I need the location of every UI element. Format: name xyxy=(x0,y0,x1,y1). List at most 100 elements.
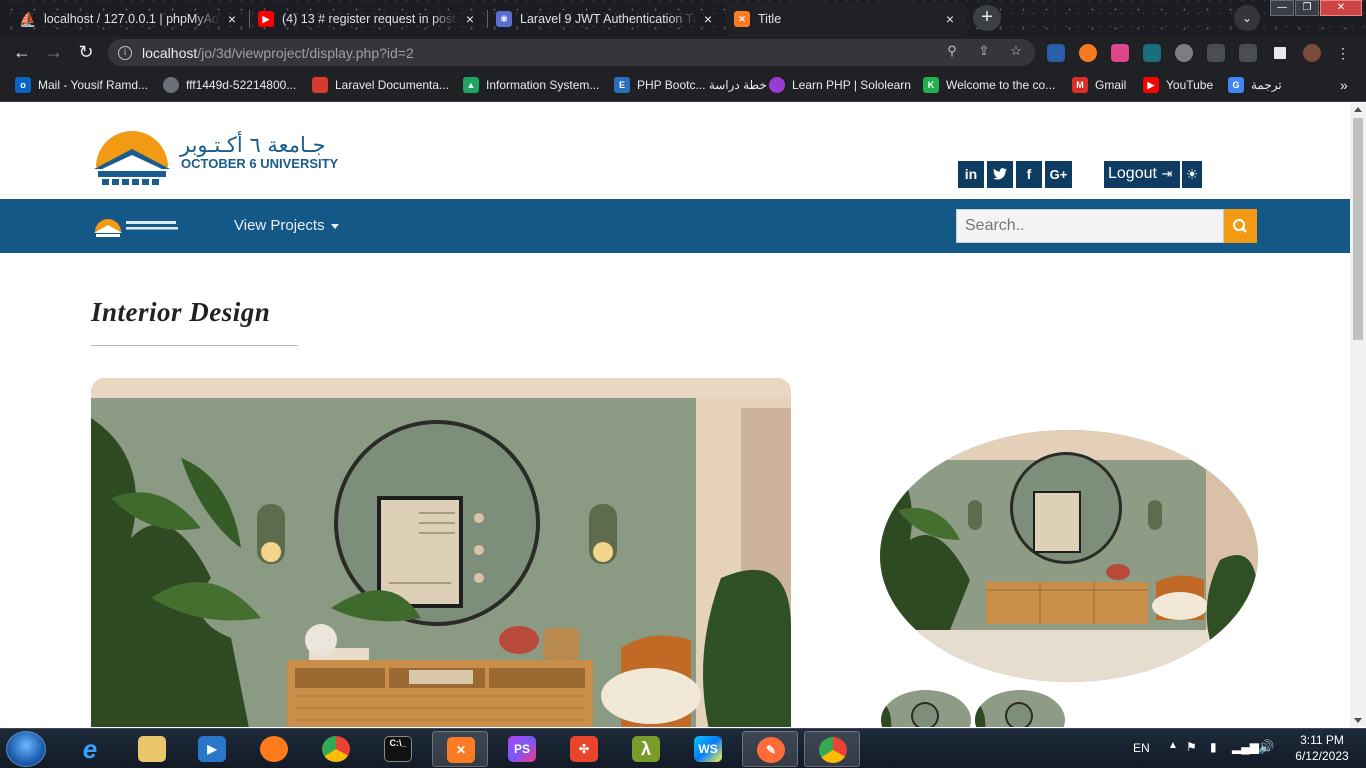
extension-n-icon[interactable] xyxy=(1143,44,1161,62)
page-scrollbar[interactable] xyxy=(1350,103,1366,727)
start-button[interactable] xyxy=(6,731,46,767)
new-tab-button[interactable]: + xyxy=(973,5,1001,31)
taskbar-media[interactable]: ▶ xyxy=(184,731,240,767)
bookmark-item[interactable]: M Gmail xyxy=(1072,77,1126,93)
xampp-icon: ✕ xyxy=(447,737,475,763)
zoom-icon[interactable]: ⚲ xyxy=(944,43,960,59)
logout-button[interactable]: Logout ⇥ xyxy=(1104,161,1180,188)
close-icon[interactable]: × xyxy=(700,11,716,27)
taskbar-lambda-app[interactable]: λ xyxy=(618,731,674,767)
view-projects-dropdown[interactable]: View Projects xyxy=(234,217,339,234)
bookmark-item[interactable]: G ترجمة xyxy=(1228,77,1282,93)
theme-toggle-sun-icon[interactable]: ☀ xyxy=(1182,161,1202,188)
bookmark-label: Gmail xyxy=(1095,78,1127,92)
search-icon xyxy=(1233,219,1247,233)
command-prompt-icon: C:\_ xyxy=(384,736,412,762)
bookmark-item[interactable]: Learn PHP | Sololearn xyxy=(769,77,911,93)
minimize-button[interactable]: — xyxy=(1270,0,1294,16)
search-button[interactable] xyxy=(1224,209,1257,243)
bookmark-item[interactable]: Laravel Documenta... xyxy=(312,77,449,93)
google-plus-icon[interactable]: G+ xyxy=(1045,161,1072,188)
taskbar-phpstorm[interactable]: PS xyxy=(494,731,550,767)
back-arrow-icon[interactable]: ← xyxy=(10,40,34,64)
laravel-atom-icon: ⚛ xyxy=(496,11,512,27)
volume-icon[interactable]: 🔊 xyxy=(1258,739,1274,755)
scroll-up-icon[interactable] xyxy=(1354,107,1362,112)
share-icon[interactable]: ⇪ xyxy=(976,43,992,59)
taskbar-chrome[interactable] xyxy=(308,731,364,767)
reload-icon[interactable]: ↻ xyxy=(74,40,98,64)
extensions-puzzle-icon[interactable] xyxy=(1207,44,1225,62)
taskbar-webstorm[interactable]: WS xyxy=(680,731,736,767)
extension-pink-icon[interactable] xyxy=(1111,44,1129,62)
webstorm-icon: WS xyxy=(694,736,722,762)
lambda-icon: λ xyxy=(632,736,660,762)
window-close-button[interactable]: ✕ xyxy=(1320,0,1362,16)
taskbar-git-app[interactable]: ✣ xyxy=(556,731,612,767)
maximize-button[interactable]: ❐ xyxy=(1295,0,1319,16)
bookmark-label: PHP Bootc... خطة دراسة xyxy=(637,78,767,92)
bookmark-item[interactable]: fff1449d-52214800... xyxy=(163,77,296,93)
globe-icon xyxy=(163,77,179,93)
twitter-icon[interactable] xyxy=(987,161,1013,188)
bookmark-item[interactable]: o Mail - Yousif Ramd... xyxy=(15,77,148,93)
extension-globe-icon[interactable] xyxy=(1175,44,1193,62)
close-icon[interactable]: × xyxy=(224,11,240,27)
postman-icon: ✎ xyxy=(757,737,785,763)
thumbnail-image[interactable] xyxy=(881,690,971,727)
search-input[interactable] xyxy=(956,209,1224,243)
bookmark-star-icon[interactable]: ☆ xyxy=(1008,43,1024,59)
browser-tab-youtube[interactable]: ▶ (4) 13 # register request in postman × xyxy=(250,2,486,36)
forward-arrow-icon[interactable]: → xyxy=(42,40,66,64)
browser-menu-icon[interactable]: ⋮ xyxy=(1336,44,1350,62)
extension-orange-icon[interactable] xyxy=(1079,44,1097,62)
facebook-icon[interactable]: f xyxy=(1016,161,1042,188)
scrollbar-thumb[interactable] xyxy=(1353,118,1363,340)
youtube-icon: ▶ xyxy=(1143,77,1159,93)
clock-time: 3:11 PM xyxy=(1300,733,1344,747)
main-project-image[interactable] xyxy=(91,378,791,727)
linkedin-icon[interactable]: in xyxy=(958,161,984,188)
preview-image-oval[interactable] xyxy=(880,430,1258,682)
taskbar-cmd[interactable]: C:\_ xyxy=(370,731,426,767)
taskbar-explorer[interactable] xyxy=(124,731,180,767)
close-icon[interactable]: × xyxy=(942,11,958,27)
bookmark-item[interactable]: ▲ Information System... xyxy=(463,77,599,93)
battery-icon[interactable]: ▮ xyxy=(1210,740,1217,754)
thumbnail-image[interactable] xyxy=(975,690,1065,727)
navbar-logo[interactable] xyxy=(94,214,184,238)
scroll-down-icon[interactable] xyxy=(1354,718,1362,723)
browser-tab-title[interactable]: ✕ Title × xyxy=(726,2,966,36)
page-title: Interior Design xyxy=(91,297,271,327)
bookmarks-bar: o Mail - Yousif Ramd... fff1449d-52214800… xyxy=(0,69,1366,102)
bookmark-item[interactable]: ▶ YouTube xyxy=(1143,77,1213,93)
side-panel-icon[interactable] xyxy=(1271,44,1289,62)
taskbar-clock[interactable]: 3:11 PM 6/12/2023 xyxy=(1282,732,1362,764)
url-path: /jo/3d/viewproject/display.php?id=2 xyxy=(197,44,414,61)
media-control-icon[interactable] xyxy=(1239,44,1257,62)
action-center-flag-icon[interactable]: ⚑ xyxy=(1186,740,1197,754)
clock-date: 6/12/2023 xyxy=(1295,749,1349,763)
network-signal-icon[interactable]: ▂▄▆ xyxy=(1232,740,1259,754)
tab-search-button[interactable]: ⌄ xyxy=(1234,5,1260,31)
profile-avatar[interactable] xyxy=(1303,44,1321,62)
close-icon[interactable]: × xyxy=(462,11,478,27)
taskbar-firefox[interactable] xyxy=(246,731,302,767)
taskbar-chrome-active[interactable] xyxy=(804,731,860,767)
google-drive-icon: ▲ xyxy=(463,77,479,93)
taskbar-ie[interactable]: e xyxy=(62,731,118,767)
language-indicator[interactable]: EN xyxy=(1133,741,1150,755)
extension-shield-icon[interactable] xyxy=(1047,44,1065,62)
bookmark-item[interactable]: E PHP Bootc... خطة دراسة xyxy=(614,77,767,93)
browser-tab-phpmyadmin[interactable]: ⛵ localhost / 127.0.0.1 | phpMyAdmin × xyxy=(12,2,248,36)
taskbar-postman[interactable]: ✎ xyxy=(742,731,798,767)
bookmark-item[interactable]: K Welcome to the co... xyxy=(923,77,1055,93)
address-bar[interactable]: i localhost/jo/3d/viewproject/display.ph… xyxy=(108,39,1035,66)
info-icon[interactable]: i xyxy=(118,45,132,60)
taskbar-xampp[interactable]: ✕ xyxy=(432,731,488,767)
tab-title: Title xyxy=(758,12,782,26)
browser-tab-laravel-jwt[interactable]: ⚛ Laravel 9 JWT Authentication Tutorial … xyxy=(488,2,724,36)
show-hidden-icons[interactable]: ▲ xyxy=(1168,740,1178,751)
more-bookmarks-icon[interactable]: » xyxy=(1340,77,1348,93)
bookmark-label: ترجمة xyxy=(1251,78,1282,92)
